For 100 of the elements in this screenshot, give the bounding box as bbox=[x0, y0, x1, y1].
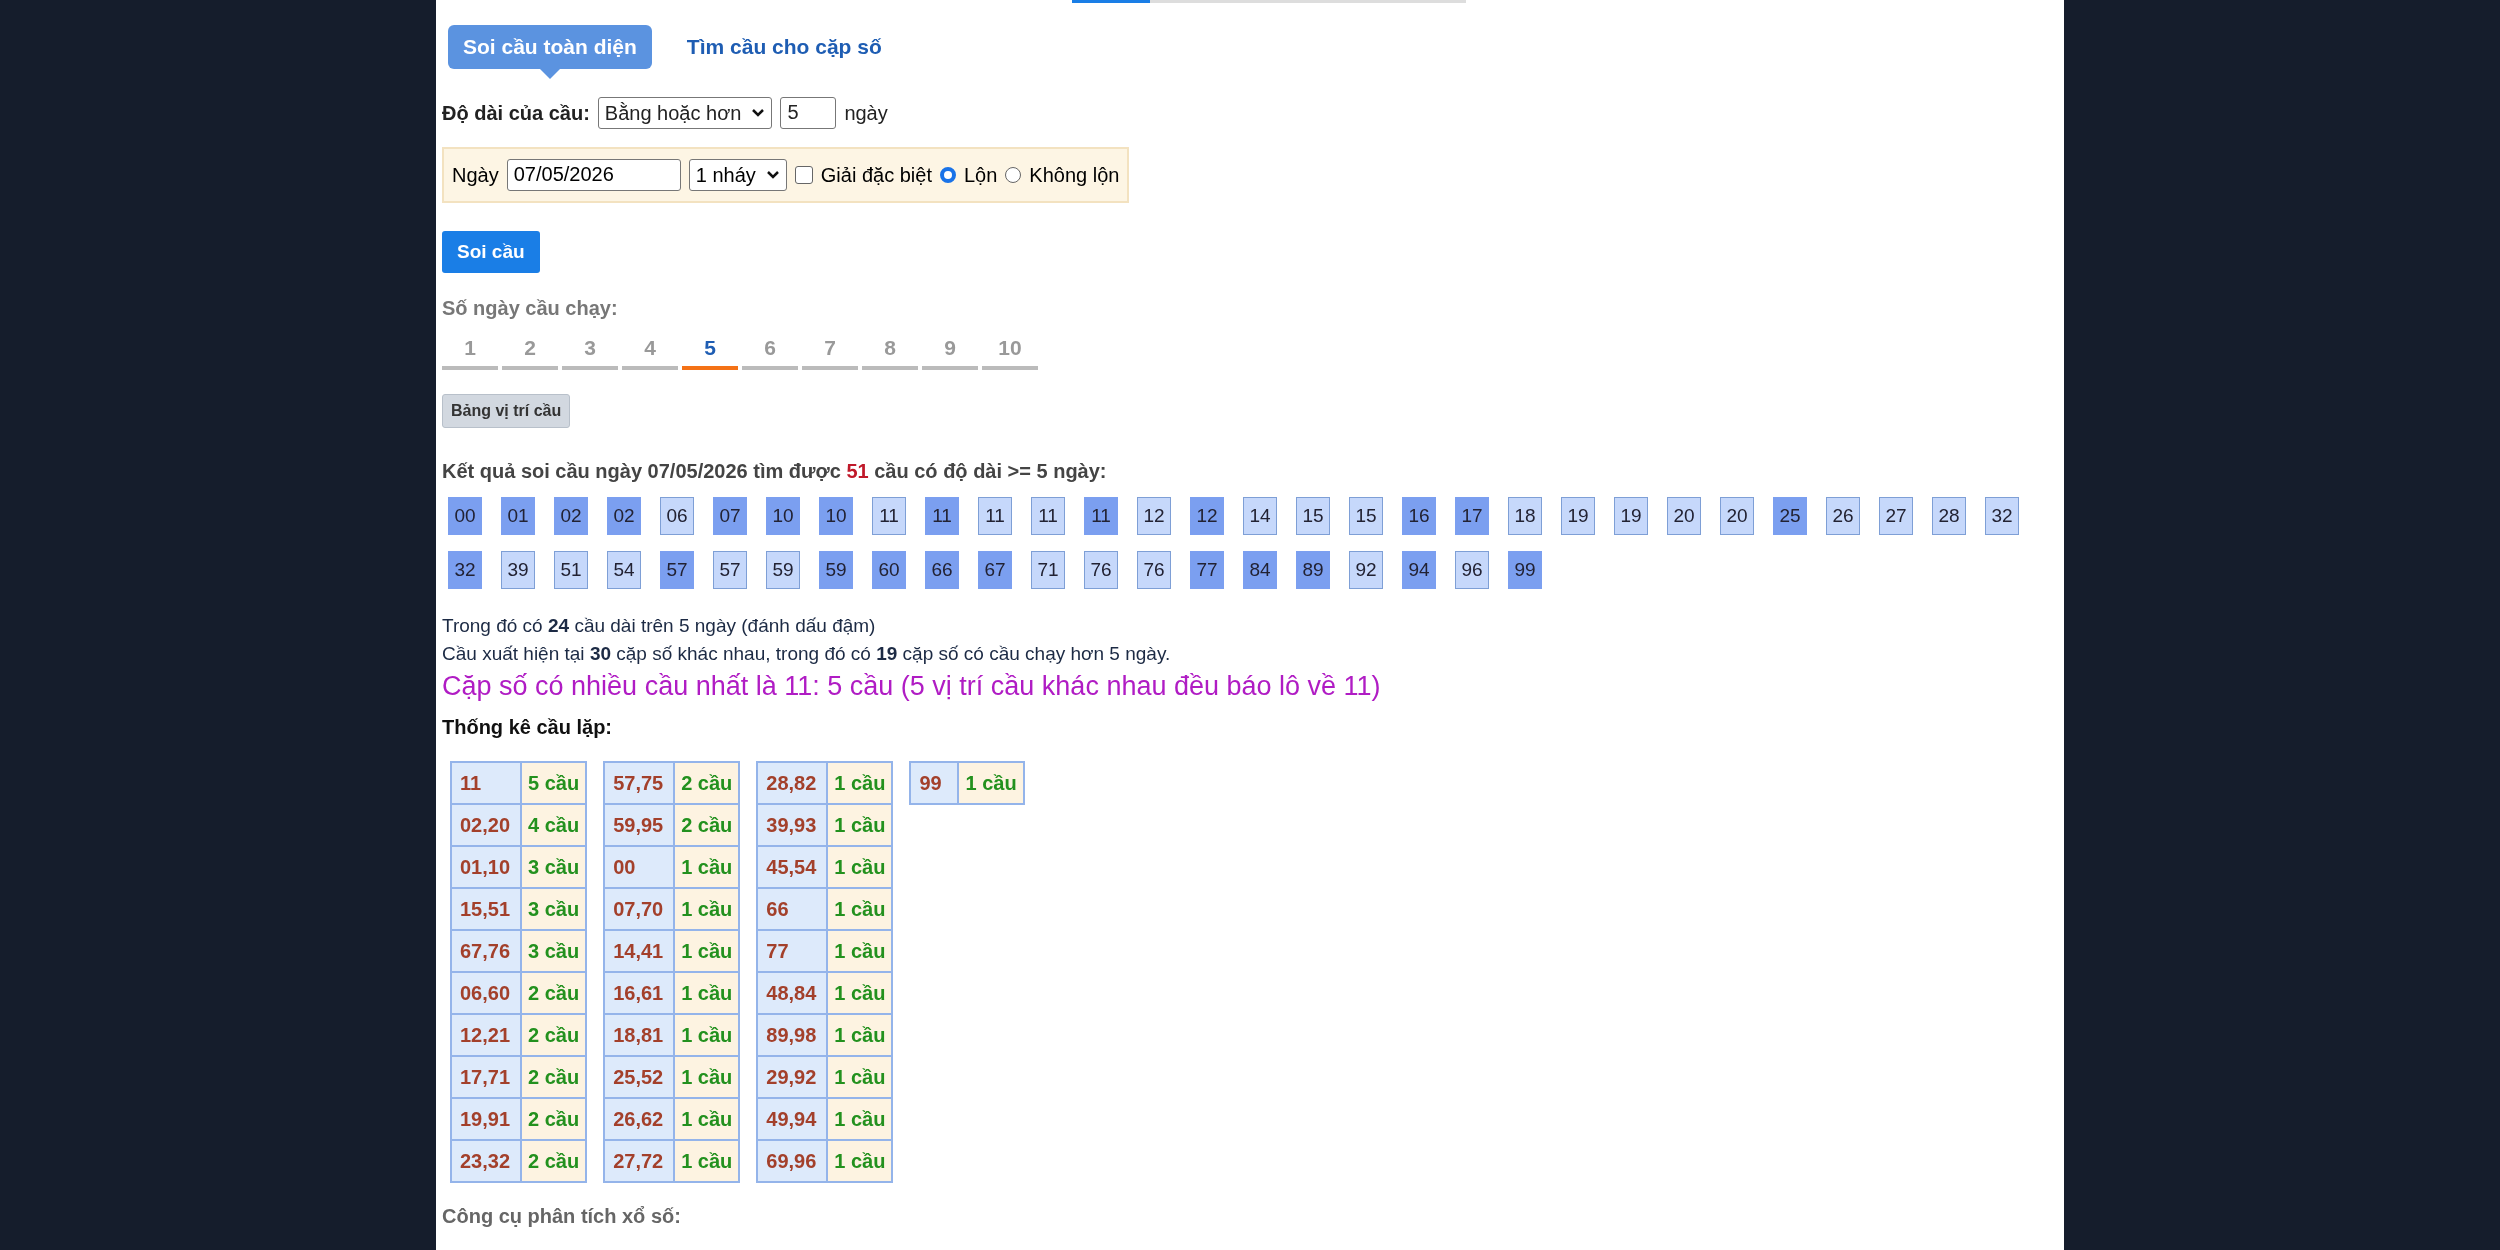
pair-cell: 49,94 bbox=[757, 1098, 828, 1140]
number-chip[interactable]: 77 bbox=[1190, 551, 1224, 589]
radio-label: Không lộn bbox=[1029, 163, 1120, 187]
number-chip[interactable]: 15 bbox=[1296, 497, 1330, 535]
number-chip[interactable]: 10 bbox=[819, 497, 853, 535]
number-chip[interactable]: 20 bbox=[1720, 497, 1754, 535]
number-chip[interactable]: 11 bbox=[978, 497, 1012, 535]
top-pair-text: Cặp số có nhiều cầu nhất là 11: 5 cầu (5 vị trí cầu khác nhau đều báo lô về 11) bbox=[442, 671, 1382, 702]
count-cell: 1 cầu bbox=[827, 846, 893, 888]
count-cell: 1 cầu bbox=[674, 1098, 740, 1140]
count-cell: 1 cầu bbox=[827, 1014, 893, 1056]
count-cell: 1 cầu bbox=[958, 762, 1024, 804]
pair-cell: 07,70 bbox=[604, 888, 675, 930]
count-cell: 2 cầu bbox=[521, 972, 587, 1014]
checkbox[interactable] bbox=[794, 166, 813, 184]
number-chip[interactable]: 11 bbox=[872, 497, 906, 535]
pair-cell: 77 bbox=[757, 930, 828, 972]
tab-pointer-icon bbox=[539, 69, 560, 79]
number-chip[interactable]: 54 bbox=[607, 551, 641, 589]
radio-button[interactable] bbox=[1005, 167, 1022, 183]
submit-button[interactable]: Soi cầu bbox=[442, 231, 540, 273]
count-cell: 3 cầu bbox=[521, 888, 587, 930]
number-chip[interactable]: 59 bbox=[766, 551, 800, 589]
number-chip[interactable]: 89 bbox=[1296, 551, 1330, 589]
count-cell: 1 cầu bbox=[827, 972, 893, 1014]
pair-cell: 27,72 bbox=[604, 1140, 675, 1182]
number-chip[interactable]: 11 bbox=[1084, 497, 1118, 535]
number-chip[interactable]: 32 bbox=[1985, 497, 2019, 535]
jump-dropdown[interactable]: 1 nháy bbox=[688, 159, 787, 191]
pair-cell: 57,75 bbox=[604, 762, 675, 804]
pair-cell: 18,81 bbox=[604, 1014, 675, 1056]
radio-button[interactable] bbox=[939, 167, 956, 183]
number-chip[interactable]: 19 bbox=[1561, 497, 1595, 535]
count-cell: 1 cầu bbox=[674, 846, 740, 888]
section-heading: Thống kê cầu lặp: bbox=[442, 716, 614, 739]
number-chip[interactable]: 57 bbox=[713, 551, 747, 589]
number-chip[interactable]: 06 bbox=[660, 497, 694, 535]
number-chip[interactable]: 71 bbox=[1031, 551, 1065, 589]
number-chip[interactable]: 11 bbox=[925, 497, 959, 535]
length-input[interactable]: 5 bbox=[780, 97, 837, 129]
pair-cell: 12,21 bbox=[451, 1014, 521, 1056]
day-tab[interactable]: 5 bbox=[682, 336, 738, 370]
number-chip[interactable]: 18 bbox=[1508, 497, 1542, 535]
number-chip[interactable]: 28 bbox=[1932, 497, 1966, 535]
number-chip[interactable]: 99 bbox=[1508, 551, 1542, 589]
number-chip[interactable]: 01 bbox=[501, 497, 535, 535]
count-cell: 2 cầu bbox=[674, 762, 740, 804]
number-chip[interactable]: 14 bbox=[1243, 497, 1277, 535]
number-chip[interactable]: 39 bbox=[501, 551, 535, 589]
length-mode-dropdown[interactable]: Bằng hoặc hơn bbox=[597, 97, 773, 129]
count-cell: 1 cầu bbox=[827, 1098, 893, 1140]
radio-label: Lộn bbox=[963, 163, 998, 187]
number-chip[interactable]: 94 bbox=[1402, 551, 1436, 589]
note-text: Trong đó có 24 cầu dài trên 5 ngày (đánh dấu đậm) bbox=[442, 615, 877, 637]
count-cell: 2 cầu bbox=[521, 1098, 587, 1140]
date-label: Ngày bbox=[452, 163, 499, 187]
count-cell: 3 cầu bbox=[521, 846, 587, 888]
number-chip[interactable]: 76 bbox=[1137, 551, 1171, 589]
number-chip[interactable]: 67 bbox=[978, 551, 1012, 589]
count-cell: 2 cầu bbox=[521, 1014, 587, 1056]
number-chip[interactable]: 32 bbox=[448, 551, 482, 589]
number-chip[interactable]: 20 bbox=[1667, 497, 1701, 535]
count-cell: 1 cầu bbox=[674, 1056, 740, 1098]
pair-cell: 99 bbox=[910, 762, 959, 804]
number-chip[interactable]: 25 bbox=[1773, 497, 1807, 535]
pair-cell: 66 bbox=[757, 888, 828, 930]
number-chip[interactable]: 02 bbox=[554, 497, 588, 535]
date-input[interactable]: 07/05/2026 bbox=[506, 159, 681, 191]
number-chip[interactable]: 12 bbox=[1137, 497, 1171, 535]
number-chip[interactable]: 26 bbox=[1826, 497, 1860, 535]
pair-cell: 02,20 bbox=[451, 804, 521, 846]
number-chip[interactable]: 66 bbox=[925, 551, 959, 589]
pair-cell: 23,32 bbox=[451, 1140, 521, 1182]
position-table-button[interactable]: Bảng vị trí cầu bbox=[442, 394, 571, 428]
number-chip[interactable]: 11 bbox=[1031, 497, 1065, 535]
pair-cell: 89,98 bbox=[757, 1014, 828, 1056]
number-chip[interactable]: 51 bbox=[554, 551, 588, 589]
count-cell: 1 cầu bbox=[827, 1140, 893, 1182]
tab[interactable]: Tìm cầu cho cặp số bbox=[671, 25, 897, 69]
number-chip[interactable]: 02 bbox=[607, 497, 641, 535]
number-chip[interactable]: 92 bbox=[1349, 551, 1383, 589]
number-chip[interactable]: 59 bbox=[819, 551, 853, 589]
number-chip[interactable]: 57 bbox=[660, 551, 694, 589]
count-cell: 2 cầu bbox=[521, 1140, 587, 1182]
number-chip[interactable]: 12 bbox=[1190, 497, 1224, 535]
number-chip[interactable]: 84 bbox=[1243, 551, 1277, 589]
number-chip[interactable]: 27 bbox=[1879, 497, 1913, 535]
number-chip[interactable]: 16 bbox=[1402, 497, 1436, 535]
section-heading: Công cụ phân tích xổ số: bbox=[442, 1205, 682, 1228]
number-chip[interactable]: 96 bbox=[1455, 551, 1489, 589]
number-chip[interactable]: 00 bbox=[448, 497, 482, 535]
pair-cell: 00 bbox=[604, 846, 675, 888]
number-chip[interactable]: 60 bbox=[872, 551, 906, 589]
number-chip[interactable]: 17 bbox=[1455, 497, 1489, 535]
count-cell: 1 cầu bbox=[674, 888, 740, 930]
number-chip[interactable]: 10 bbox=[766, 497, 800, 535]
number-chip[interactable]: 76 bbox=[1084, 551, 1118, 589]
number-chip[interactable]: 15 bbox=[1349, 497, 1383, 535]
number-chip[interactable]: 19 bbox=[1614, 497, 1648, 535]
number-chip[interactable]: 07 bbox=[713, 497, 747, 535]
